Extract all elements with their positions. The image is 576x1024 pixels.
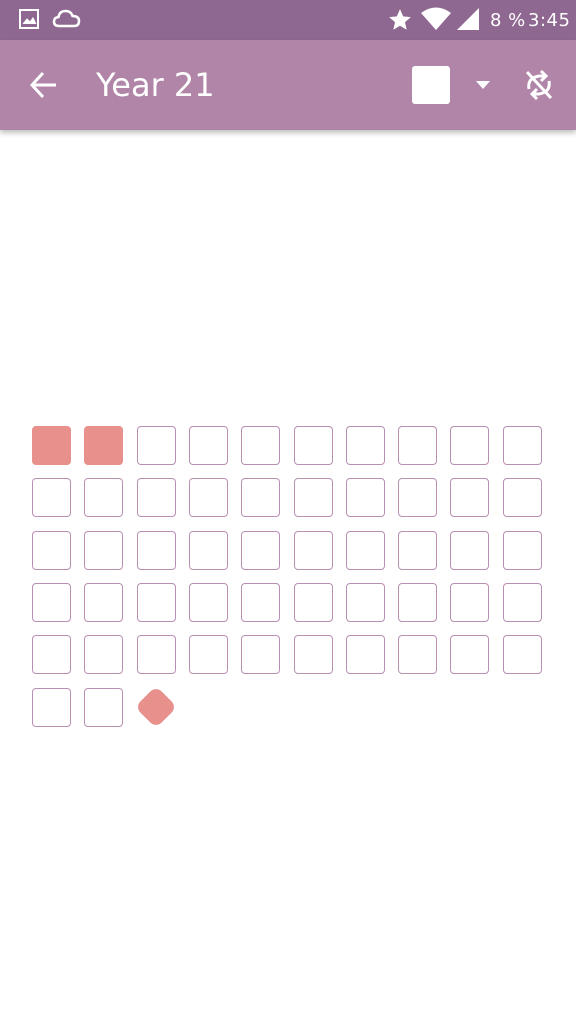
week-cell[interactable]	[345, 530, 385, 570]
week-cell[interactable]	[293, 530, 333, 570]
week-cell[interactable]	[398, 426, 438, 465]
week-cell[interactable]	[32, 687, 71, 727]
week-cell[interactable]	[136, 530, 176, 570]
app-bar: Year 21	[0, 40, 576, 130]
week-cell[interactable]	[345, 635, 385, 675]
week-cell[interactable]	[136, 635, 176, 675]
wifi-icon	[420, 6, 452, 37]
week-cell[interactable]	[450, 478, 490, 518]
week-cell[interactable]	[450, 635, 490, 675]
page-title: Year 21	[96, 66, 215, 104]
week-cell[interactable]	[32, 635, 71, 675]
week-cell[interactable]	[241, 530, 281, 570]
week-cell[interactable]	[188, 530, 228, 570]
week-cell[interactable]	[293, 582, 333, 622]
week-cell[interactable]	[450, 426, 490, 465]
week-cell[interactable]	[345, 478, 385, 518]
week-cell[interactable]	[32, 478, 71, 518]
week-cell[interactable]	[188, 635, 228, 675]
week-cell[interactable]	[241, 426, 281, 465]
week-cell[interactable]	[345, 426, 385, 465]
dropdown-button[interactable]	[466, 70, 500, 100]
arrow-left-icon	[24, 71, 64, 109]
week-cell-filled[interactable]	[84, 426, 124, 465]
week-cell[interactable]	[398, 582, 438, 622]
week-cell[interactable]	[398, 478, 438, 518]
week-cell[interactable]	[345, 582, 385, 622]
week-cell[interactable]	[84, 635, 124, 675]
sync-disabled-icon	[518, 69, 560, 110]
week-cell[interactable]	[84, 582, 124, 622]
week-cell[interactable]	[502, 635, 542, 675]
week-cell[interactable]	[241, 478, 281, 518]
back-button[interactable]	[24, 65, 64, 105]
week-cell[interactable]	[241, 635, 281, 675]
week-cell[interactable]	[84, 687, 124, 727]
week-cell[interactable]	[136, 478, 176, 518]
week-cell[interactable]	[293, 478, 333, 518]
week-cell[interactable]	[450, 530, 490, 570]
week-cell[interactable]	[502, 478, 542, 518]
week-cell[interactable]	[32, 530, 71, 570]
color-swatch-button[interactable]	[412, 66, 450, 104]
star-icon	[387, 7, 413, 38]
cloud-icon	[52, 8, 82, 35]
week-cell[interactable]	[450, 582, 490, 622]
battery-level: 8 %	[490, 10, 526, 31]
week-cell[interactable]	[398, 635, 438, 675]
sync-button[interactable]	[518, 64, 560, 106]
signal-icon	[455, 6, 481, 37]
week-cell[interactable]	[188, 478, 228, 518]
week-cell[interactable]	[136, 426, 176, 465]
week-cell[interactable]	[502, 426, 542, 465]
clock-time: 3:45	[528, 10, 571, 31]
week-cell[interactable]	[188, 426, 228, 465]
week-cell[interactable]	[32, 582, 71, 622]
current-week-cell[interactable]	[134, 685, 178, 729]
week-cell[interactable]	[241, 582, 281, 622]
week-cell[interactable]	[293, 426, 333, 465]
week-cell[interactable]	[188, 582, 228, 622]
week-cell[interactable]	[398, 530, 438, 570]
week-cell[interactable]	[84, 530, 124, 570]
week-cell[interactable]	[136, 582, 176, 622]
week-cell[interactable]	[293, 635, 333, 675]
status-bar: 8 % 3:45	[0, 0, 576, 40]
week-cell-filled[interactable]	[32, 426, 71, 465]
image-icon	[18, 8, 40, 35]
week-cell[interactable]	[84, 478, 124, 518]
caret-down-icon	[466, 81, 500, 104]
week-cell[interactable]	[502, 582, 542, 622]
week-cell[interactable]	[502, 530, 542, 570]
